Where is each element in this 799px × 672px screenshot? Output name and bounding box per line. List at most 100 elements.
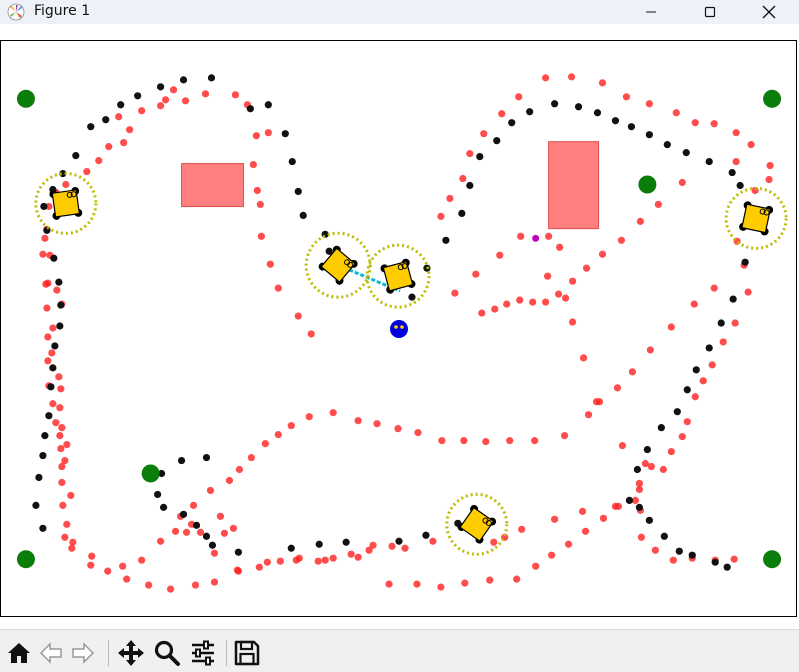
zoom-icon [154,640,180,666]
title-bar: Figure 1 [0,0,799,24]
red-trail-point [672,109,680,117]
red-trail-point [622,93,631,101]
red-trail-point [161,96,170,104]
black-trail-point [51,342,59,350]
red-trail-point [394,425,402,433]
red-trail-point [88,552,96,560]
black-trail-point [692,366,700,374]
red-trail-point [63,520,71,528]
red-trail-point [276,557,284,565]
red-trail-point [414,429,422,437]
configure-subplots-button[interactable] [188,638,218,668]
red-trail-point [446,194,454,203]
red-trail-point [438,437,446,445]
red-trail-point [138,107,146,115]
red-trail-point [115,113,123,121]
red-trail-point [744,288,752,296]
black-trail-point [207,74,216,82]
black-trail-point [705,157,713,166]
red-trail-point [498,110,506,118]
red-trail-point [373,420,381,428]
red-trail-point [329,554,337,562]
red-trail-point [478,309,486,317]
red-trail-point [667,323,675,331]
red-trail-point [53,286,61,294]
red-trail-point [460,437,468,445]
red-trail-point [120,139,128,147]
ball-eye [394,325,398,329]
red-trail-point [699,377,707,385]
red-trail-point [171,527,180,535]
black-trail-point [47,383,55,391]
obstacle [181,163,245,208]
minimize-button[interactable] [628,0,674,24]
red-trail-point [56,404,64,412]
red-trail-point [252,132,260,140]
red-trail-point [747,141,755,149]
red-trail-point [766,161,774,170]
back-button[interactable] [36,638,66,668]
red-trail-point [584,411,593,419]
pan-button[interactable] [116,638,146,668]
home-button[interactable] [4,638,34,668]
zoom-button[interactable] [152,638,182,668]
close-button[interactable] [746,0,792,24]
save-button[interactable] [232,638,262,668]
red-trail-point [560,432,569,440]
black-trail-point [717,319,725,327]
red-trail-point [645,100,653,108]
red-trail-point [156,537,165,545]
red-trail-point [491,305,499,313]
red-trail-point [307,330,315,338]
red-trail-point [598,250,607,258]
red-trail-point [206,486,215,495]
red-trail-point [513,575,521,583]
figure-canvas[interactable] [0,24,799,629]
save-icon [234,640,260,666]
red-trail-point [266,260,274,268]
red-trail-point [225,476,234,485]
red-trail-point [191,581,200,589]
red-trail-point [182,528,191,536]
red-trail-point [196,528,205,536]
red-trail-point [305,413,313,421]
black-trail-point [49,364,57,372]
robot-body [382,260,414,292]
red-trail-point [229,524,238,532]
black-trail-point [41,432,49,440]
configure-subplots-icon [192,640,214,666]
red-trail-point [49,324,57,332]
black-trail-point [57,301,65,309]
forward-button[interactable] [68,638,98,668]
black-trail-point [192,521,201,529]
robot-body [741,203,772,234]
red-trail-point [678,178,686,187]
red-trail-point [105,143,113,151]
corner-marker [763,550,782,569]
red-trail-point [181,97,190,105]
plot-axes[interactable] [0,40,797,617]
red-trail-point [274,431,282,439]
black-trail-point [660,532,668,540]
black-trail-point [688,551,696,559]
maximize-icon [704,6,716,18]
red-trail-point [732,129,740,137]
black-trail-point [493,137,501,145]
red-trail-point [401,544,409,552]
red-trail-point [545,232,553,240]
maximize-button[interactable] [687,0,733,24]
black-trail-point [208,541,217,549]
red-trail-point [544,272,552,280]
red-trail-point [548,551,556,559]
red-trail-point [61,533,69,541]
black-trail-point [39,451,47,460]
red-trail-point [264,129,272,137]
red-trail-point [263,558,271,566]
red-trail-point [568,318,577,326]
red-trail-point [126,126,134,134]
toolbar-separator [108,640,109,666]
black-trail-point [422,531,430,539]
red-trail-point [582,264,591,272]
black-trail-point [134,92,142,100]
red-trail-point [329,409,337,417]
